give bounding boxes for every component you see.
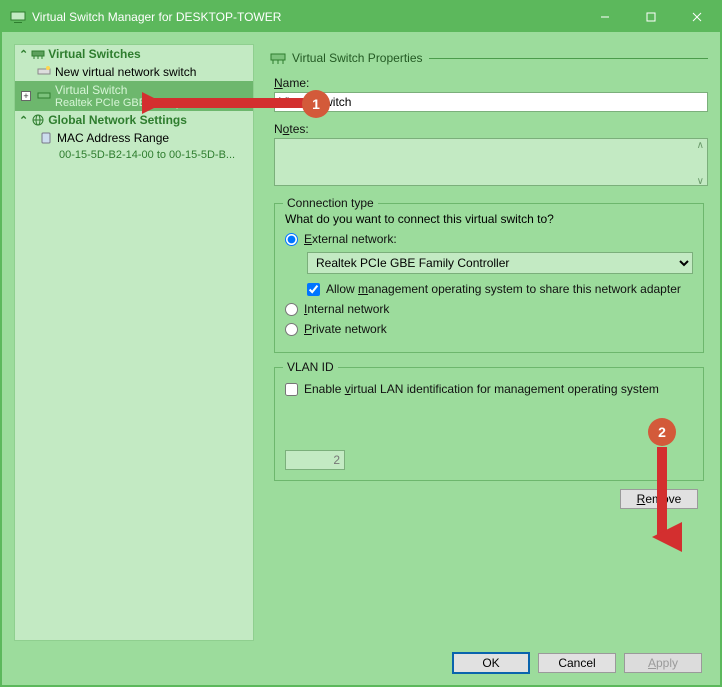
adapter-select[interactable]: Realtek PCIe GBE Family Controller bbox=[307, 252, 693, 274]
group-legend: Connection type bbox=[283, 196, 378, 210]
name-label: Name: bbox=[274, 76, 708, 90]
sidebar-item-label: New virtual network switch bbox=[55, 65, 196, 79]
radio-private-input[interactable] bbox=[285, 323, 298, 336]
remove-button[interactable]: Remove bbox=[620, 489, 698, 509]
button-bar: OK Cancel Apply bbox=[14, 641, 708, 685]
check-enable-vlan-input[interactable] bbox=[285, 383, 298, 396]
sidebar-item-label: Virtual Switch bbox=[55, 83, 232, 97]
app-icon bbox=[10, 9, 26, 25]
tree-header-label: Global Network Settings bbox=[48, 113, 187, 127]
window-title: Virtual Switch Manager for DESKTOP-TOWER bbox=[32, 10, 582, 24]
notes-label: Notes: bbox=[274, 122, 708, 136]
radio-external[interactable]: External network: bbox=[285, 232, 693, 246]
switches-icon bbox=[31, 47, 45, 61]
sidebar-item-sublabel: Realtek PCIe GBE Family Controller bbox=[55, 97, 232, 109]
sidebar-item-label: MAC Address Range bbox=[57, 131, 169, 145]
check-allow-mgmt[interactable]: Allow management operating system to sha… bbox=[307, 282, 693, 296]
expand-icon[interactable]: + bbox=[21, 91, 31, 101]
globe-icon bbox=[31, 113, 45, 127]
ok-button[interactable]: OK bbox=[452, 652, 530, 674]
divider bbox=[429, 58, 709, 59]
properties-icon bbox=[270, 50, 286, 66]
radio-external-input[interactable] bbox=[285, 233, 298, 246]
new-switch-icon bbox=[37, 65, 51, 79]
tree-header-virtual-switches[interactable]: ⌃ Virtual Switches bbox=[15, 45, 253, 63]
name-input[interactable] bbox=[274, 92, 708, 112]
vlan-id-input bbox=[285, 450, 345, 470]
maximize-button[interactable] bbox=[628, 2, 674, 32]
radio-private[interactable]: Private network bbox=[285, 322, 693, 336]
connection-type-group: Connection type What do you want to conn… bbox=[274, 203, 704, 353]
group-legend: VLAN ID bbox=[283, 360, 338, 374]
minimize-button[interactable] bbox=[582, 2, 628, 32]
check-allow-mgmt-input[interactable] bbox=[307, 283, 320, 296]
mac-icon bbox=[39, 131, 53, 145]
vlan-group: VLAN ID Enable virtual LAN identificatio… bbox=[274, 367, 704, 481]
apply-button: Apply bbox=[624, 653, 702, 673]
check-enable-vlan[interactable]: Enable virtual LAN identification for ma… bbox=[285, 382, 693, 396]
connection-question: What do you want to connect this virtual… bbox=[285, 212, 693, 226]
chevron-up-icon: ⌃ bbox=[19, 48, 28, 61]
radio-internal[interactable]: Internal network bbox=[285, 302, 693, 316]
notes-textarea[interactable] bbox=[274, 138, 708, 186]
sidebar-item-new-switch[interactable]: New virtual network switch bbox=[15, 63, 253, 81]
sidebar-item-virtual-switch[interactable]: + Virtual Switch Realtek PCIe GBE Family… bbox=[15, 81, 253, 111]
close-button[interactable] bbox=[674, 2, 720, 32]
chevron-up-icon: ⌃ bbox=[19, 114, 28, 127]
section-title: Virtual Switch Properties bbox=[292, 51, 423, 65]
sidebar-item-mac-range[interactable]: MAC Address Range 00-15-5D-B2-14-00 to 0… bbox=[15, 129, 253, 163]
tree-header-global-settings[interactable]: ⌃ Global Network Settings bbox=[15, 111, 253, 129]
cancel-button[interactable]: Cancel bbox=[538, 653, 616, 673]
titlebar: Virtual Switch Manager for DESKTOP-TOWER bbox=[2, 2, 720, 32]
switch-icon bbox=[37, 89, 51, 103]
sidebar: ⌃ Virtual Switches New virtual network s… bbox=[14, 44, 254, 641]
radio-internal-input[interactable] bbox=[285, 303, 298, 316]
main-panel: Virtual Switch Properties Name: Notes: ∧… bbox=[264, 44, 708, 641]
tree-header-label: Virtual Switches bbox=[48, 47, 140, 61]
sidebar-item-sublabel: 00-15-5D-B2-14-00 to 00-15-5D-B... bbox=[39, 149, 235, 161]
